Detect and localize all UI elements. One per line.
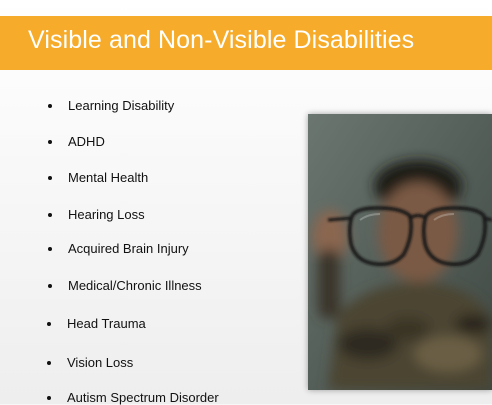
person-holding-eyeglasses-photo: [308, 114, 492, 390]
bullet-dot-icon: [48, 140, 52, 144]
bullet-item: ADHD: [48, 134, 105, 149]
bullet-dot-icon: [48, 213, 52, 217]
bullet-text: Vision Loss: [67, 355, 134, 370]
bullet-dot-icon: [47, 396, 51, 400]
bullet-text: Mental Health: [68, 170, 149, 185]
bullet-text: Learning Disability: [68, 98, 175, 113]
photo-illustration: [308, 114, 492, 390]
bullet-text: Acquired Brain Injury: [68, 241, 189, 256]
bullet-item: Acquired Brain Injury: [48, 241, 189, 256]
bullet-dot-icon: [47, 322, 51, 326]
bullet-dot-icon: [47, 361, 51, 365]
bullet-text: Hearing Loss: [68, 207, 145, 222]
bullet-dot-icon: [48, 176, 52, 180]
bullet-item: Medical/Chronic Illness: [48, 278, 202, 293]
bullet-item: Mental Health: [48, 170, 149, 185]
bullet-item: Learning Disability: [48, 98, 175, 113]
bullet-dot-icon: [48, 284, 52, 288]
bullet-dot-icon: [48, 104, 52, 108]
bullet-item: Hearing Loss: [48, 207, 145, 222]
bullet-item: Head Trauma: [47, 316, 146, 331]
bullet-dot-icon: [48, 247, 52, 251]
bullet-item: Vision Loss: [47, 355, 134, 370]
bullet-text: Medical/Chronic Illness: [68, 278, 202, 293]
bullet-text: Head Trauma: [67, 316, 146, 331]
slide: Visible and Non-Visible Disabilities Lea…: [0, 0, 492, 405]
bullet-text: Autism Spectrum Disorder: [67, 390, 219, 405]
slide-title: Visible and Non-Visible Disabilities: [28, 26, 415, 54]
bullet-text: ADHD: [68, 134, 105, 149]
bullet-item: Autism Spectrum Disorder: [47, 390, 219, 405]
